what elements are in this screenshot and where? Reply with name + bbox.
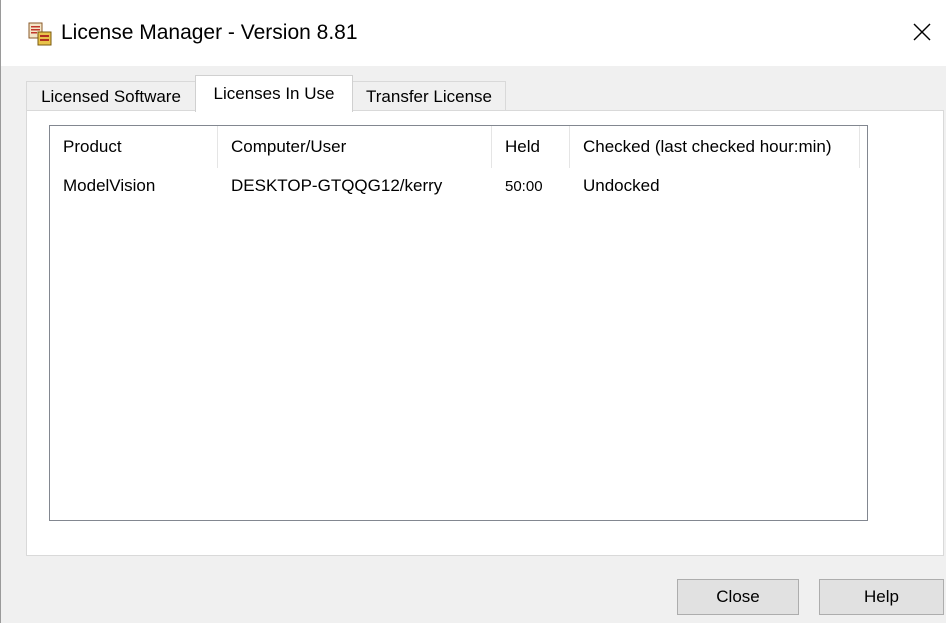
tab-licensed-software[interactable]: Licensed Software	[26, 81, 196, 111]
license-manager-window: License Manager - Version 8.81 Licensed …	[0, 0, 946, 623]
column-header-held[interactable]: Held	[492, 126, 570, 168]
column-header-checked[interactable]: Checked (last checked hour:min)	[570, 126, 866, 168]
help-button[interactable]: Help	[819, 579, 944, 615]
licenses-in-use-panel: Product Computer/User Held Checked (last…	[26, 110, 944, 556]
tab-licenses-in-use[interactable]: Licenses In Use	[195, 75, 353, 112]
column-header-product[interactable]: Product	[50, 126, 218, 168]
window-title: License Manager - Version 8.81	[61, 21, 358, 44]
tab-transfer-license[interactable]: Transfer License	[352, 81, 506, 111]
license-manager-app-icon	[28, 22, 52, 46]
close-button[interactable]: Close	[677, 579, 799, 615]
table-row[interactable]: ModelVision DESKTOP-GTQQG12/kerry 50:00 …	[50, 170, 867, 202]
title-bar: License Manager - Version 8.81	[1, 0, 946, 66]
column-separator[interactable]	[859, 126, 860, 168]
cell-checked: Undocked	[583, 176, 660, 195]
cell-computer-user: DESKTOP-GTQQG12/kerry	[231, 176, 443, 195]
licenses-list[interactable]: Product Computer/User Held Checked (last…	[49, 125, 868, 521]
cell-product: ModelVision	[63, 176, 156, 195]
close-icon[interactable]	[900, 12, 944, 52]
cell-held: 50:00	[505, 177, 543, 195]
list-header: Product Computer/User Held Checked (last…	[50, 126, 867, 168]
column-header-computer-user[interactable]: Computer/User	[218, 126, 492, 168]
